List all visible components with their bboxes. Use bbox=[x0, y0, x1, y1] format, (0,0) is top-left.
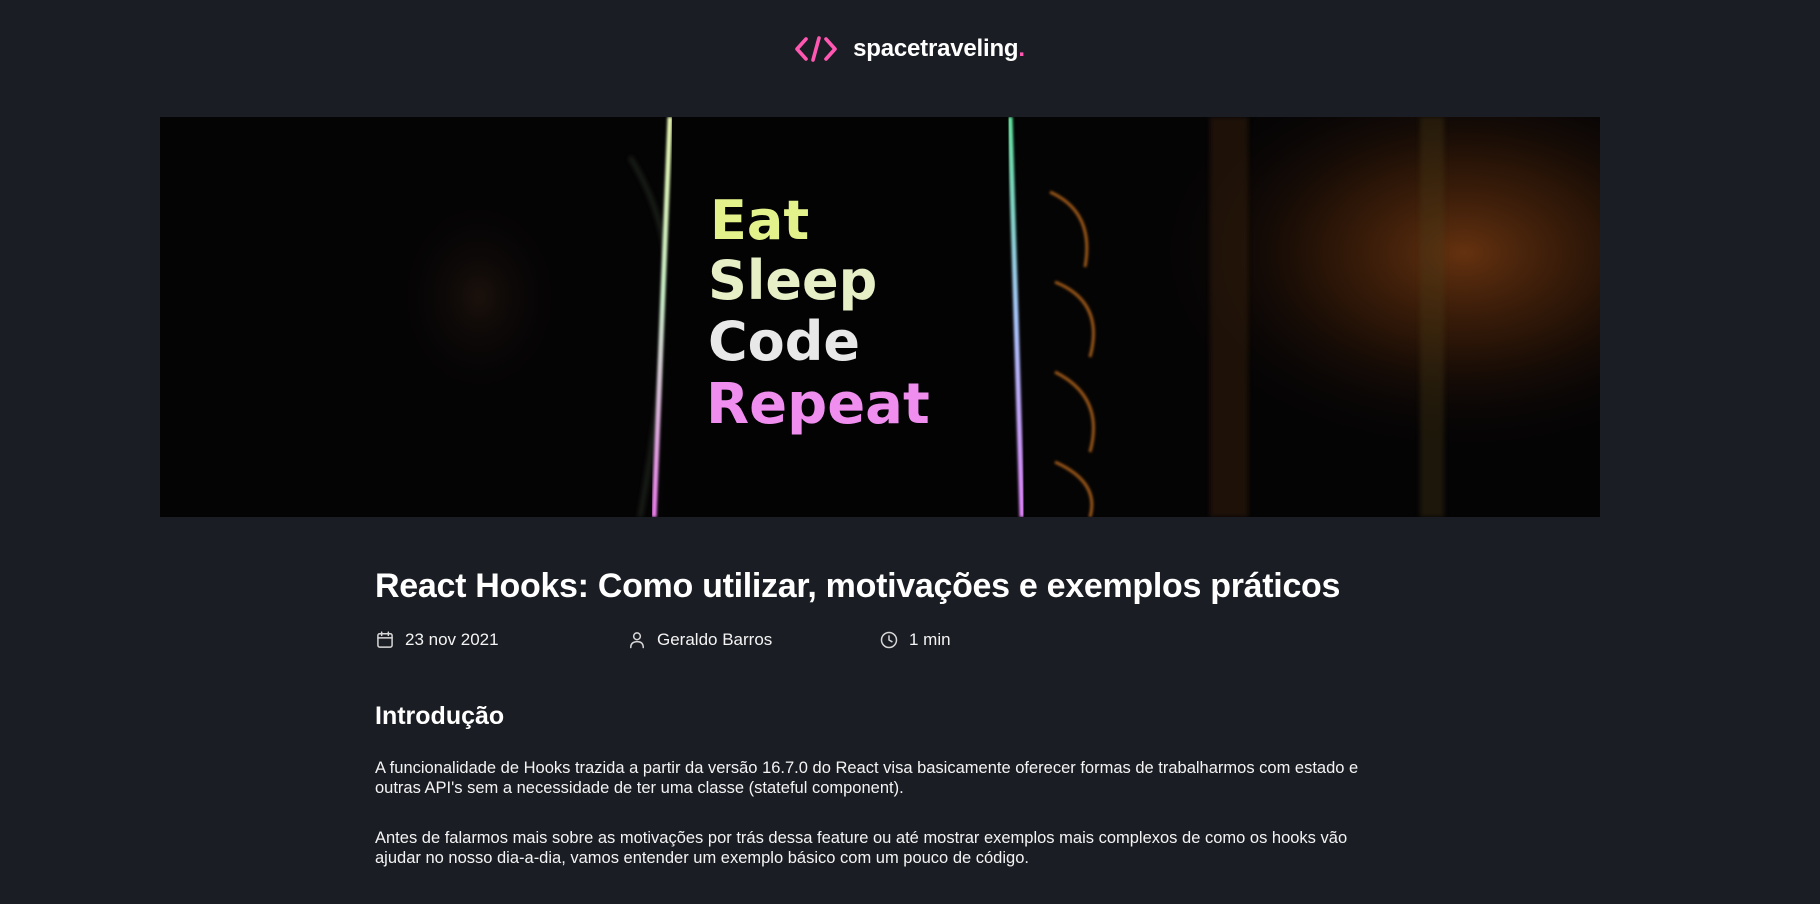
site-header: spacetraveling. bbox=[0, 0, 1820, 100]
post-reading-time: 1 min bbox=[879, 630, 951, 650]
brand-dot: . bbox=[1018, 34, 1025, 62]
clock-icon bbox=[880, 631, 898, 649]
svg-text:Sleep: Sleep bbox=[708, 249, 877, 312]
brand-name: spacetraveling. bbox=[853, 34, 1025, 62]
post-title: React Hooks: Como utilizar, motivações e… bbox=[375, 567, 1341, 605]
section-heading: Introdução bbox=[375, 702, 505, 730]
calendar-icon bbox=[377, 631, 393, 648]
post-content: React Hooks: Como utilizar, motivações e… bbox=[375, 560, 1385, 868]
site-logo[interactable]: spacetraveling. bbox=[795, 35, 1025, 63]
post-banner-image: Eat Sleep Code Repeat bbox=[160, 117, 1600, 517]
post-date: 23 nov 2021 bbox=[375, 630, 627, 650]
post-reading-time-text: 1 min bbox=[909, 630, 951, 649]
svg-text:Eat: Eat bbox=[710, 189, 809, 252]
svg-text:Code: Code bbox=[708, 310, 860, 373]
user-icon bbox=[630, 632, 644, 649]
post-author: Geraldo Barros bbox=[627, 630, 879, 650]
code-brackets-icon bbox=[795, 35, 837, 62]
section-paragraph: A funcionalidade de Hooks trazida a part… bbox=[375, 759, 1359, 797]
post-author-text: Geraldo Barros bbox=[657, 630, 773, 649]
post-section: Introdução A funcionalidade de Hooks tra… bbox=[375, 698, 1385, 868]
post-meta: 23 nov 2021 Geraldo Barros 1 min bbox=[375, 628, 1385, 652]
section-paragraph: Antes de falarmos mais sobre as motivaçõ… bbox=[375, 829, 1348, 867]
post-date-text: 23 nov 2021 bbox=[405, 630, 499, 649]
svg-text:Repeat: Repeat bbox=[706, 372, 930, 437]
